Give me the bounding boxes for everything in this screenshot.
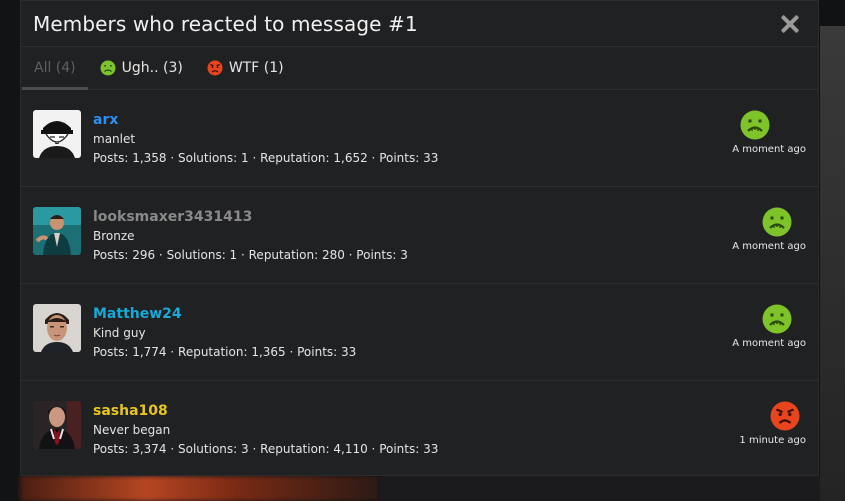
- member-title: Bronze: [93, 229, 135, 243]
- list-item: sasha108 Never began Posts: 3,374 · Solu…: [21, 381, 818, 477]
- avatar[interactable]: [33, 304, 81, 352]
- avatar[interactable]: [33, 110, 81, 158]
- member-info: sasha108 Never began Posts: 3,374 · Solu…: [93, 403, 438, 456]
- tab-wtf[interactable]: WTF (1): [195, 47, 296, 89]
- member-name[interactable]: arx: [93, 112, 438, 128]
- reactions-modal: Members who reacted to message #1 All (4…: [20, 0, 819, 476]
- member-list: arx manlet Posts: 1,358 · Solutions: 1 ·…: [21, 90, 818, 477]
- member-info: Matthew24 Kind guy Posts: 1,774 · Reputa…: [93, 306, 356, 359]
- member-stats: Posts: 3,374 · Solutions: 3 · Reputation…: [93, 442, 439, 456]
- member-title: manlet: [93, 132, 136, 146]
- background-page-left: [0, 0, 20, 501]
- background-image-blur: [20, 476, 380, 501]
- list-item: Matthew24 Kind guy Posts: 1,774 · Reputa…: [21, 284, 818, 381]
- tab-ugh[interactable]: Ugh.. (3): [88, 47, 195, 89]
- member-name[interactable]: looksmaxer3431413: [93, 209, 408, 225]
- member-info: arx manlet Posts: 1,358 · Solutions: 1 ·…: [93, 112, 438, 165]
- reaction-time: A moment ago: [732, 338, 806, 349]
- reaction: A moment ago: [732, 207, 806, 252]
- member-stats: Posts: 296 · Solutions: 1 · Reputation: …: [93, 248, 408, 262]
- list-item: looksmaxer3431413 Bronze Posts: 296 · So…: [21, 187, 818, 284]
- background-page-bottom: [380, 476, 820, 501]
- reaction: A moment ago: [732, 110, 806, 155]
- tab-all-label: All (4): [34, 60, 76, 76]
- sick-emoji-icon: [762, 304, 792, 334]
- reaction-tabs: All (4) Ugh.. (3) WTF (1): [21, 47, 818, 90]
- reaction-time: A moment ago: [732, 241, 806, 252]
- member-stats: Posts: 1,774 · Reputation: 1,365 · Point…: [93, 345, 357, 359]
- close-button[interactable]: [778, 12, 802, 36]
- avatar[interactable]: [33, 207, 81, 255]
- member-name[interactable]: sasha108: [93, 403, 438, 419]
- tab-wtf-label: WTF (1): [228, 60, 284, 76]
- sick-emoji-icon: [740, 110, 770, 140]
- reaction: A moment ago: [732, 304, 806, 349]
- list-item: arx manlet Posts: 1,358 · Solutions: 1 ·…: [21, 90, 818, 187]
- background-page-right: [820, 26, 845, 501]
- tab-ugh-label: Ugh.. (3): [121, 60, 183, 76]
- member-title: Never began: [93, 423, 171, 437]
- reaction-time: 1 minute ago: [739, 435, 806, 446]
- member-name[interactable]: Matthew24: [93, 306, 356, 322]
- angry-emoji-icon: [207, 60, 223, 76]
- modal-title: Members who reacted to message #1: [33, 11, 418, 36]
- sick-emoji-icon: [100, 60, 116, 76]
- tab-all[interactable]: All (4): [22, 47, 88, 90]
- reaction-time: A moment ago: [732, 144, 806, 155]
- member-info: looksmaxer3431413 Bronze Posts: 296 · So…: [93, 209, 408, 262]
- avatar[interactable]: [33, 401, 81, 449]
- member-title: Kind guy: [93, 326, 146, 340]
- reaction: 1 minute ago: [739, 401, 806, 446]
- member-stats: Posts: 1,358 · Solutions: 1 · Reputation…: [93, 151, 439, 165]
- angry-emoji-icon: [770, 401, 800, 431]
- modal-header: Members who reacted to message #1: [21, 1, 818, 47]
- sick-emoji-icon: [762, 207, 792, 237]
